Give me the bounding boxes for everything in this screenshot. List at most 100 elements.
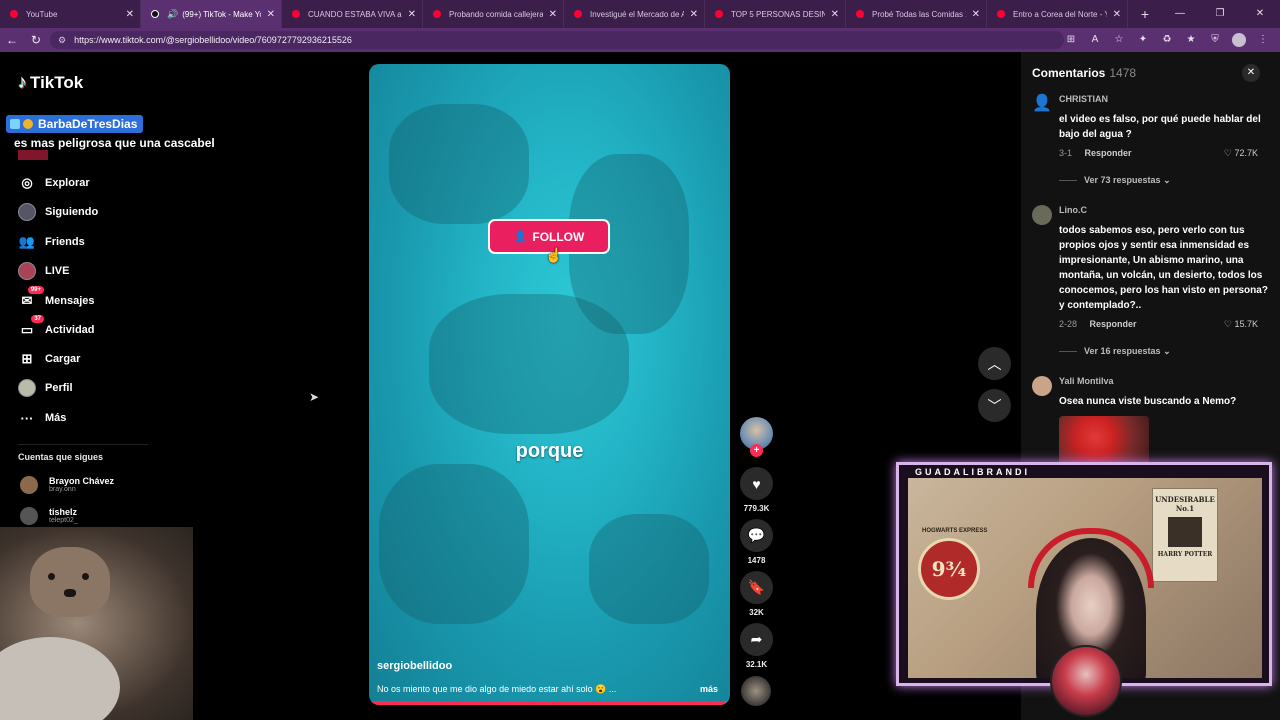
menu-icon[interactable]: ⋮ xyxy=(1256,31,1270,49)
save-count: 32K xyxy=(749,608,764,617)
hogwarts-sign-text: HOGWARTS EXPRESS xyxy=(922,528,988,534)
sidebar-item-friends[interactable]: 👥 Friends xyxy=(18,233,85,251)
next-video-button[interactable]: ﹀ xyxy=(978,389,1011,422)
browser-tab[interactable]: TOP 5 PERSONAS DESINFOR ✕ xyxy=(705,0,846,28)
following-account[interactable]: tishelz telept02_ xyxy=(20,507,78,525)
browser-tab[interactable]: YouTube ✕ xyxy=(0,0,141,28)
close-tab-icon[interactable]: ✕ xyxy=(126,9,134,20)
sidebar-item-siguiendo[interactable]: Siguiendo xyxy=(18,203,98,221)
comment-meta: 3-1 Responder xyxy=(1059,148,1132,158)
following-accounts-title: Cuentas que sigues xyxy=(18,452,104,462)
bookmark-icon[interactable]: 🔖 xyxy=(740,571,773,604)
tab-title: Investigué el Mercado de An xyxy=(590,9,684,19)
profile-icon xyxy=(18,379,36,397)
tab-title: CUANDO ESTABA VIVA a NA xyxy=(308,9,402,19)
address-bar[interactable]: ⚙ https://www.tiktok.com/@sergiobellidoo… xyxy=(50,31,1064,49)
restore-icon[interactable]: ❐ xyxy=(1200,0,1240,28)
comment-icon[interactable]: 💬 xyxy=(740,519,773,552)
poster-title: UNDESIRABLE xyxy=(1155,495,1215,504)
more-link[interactable]: más xyxy=(700,684,718,694)
site-info-icon[interactable]: ⚙ xyxy=(58,35,66,46)
comment-username[interactable]: Lino.C xyxy=(1059,205,1087,215)
account-name: tishelz xyxy=(49,507,78,517)
reply-button[interactable]: Responder xyxy=(1090,319,1137,329)
tab-title: Probando comida callejera e xyxy=(449,9,543,19)
comment-image[interactable] xyxy=(1059,416,1149,468)
share-icon[interactable]: ➦ xyxy=(740,623,773,656)
sidebar-item-explorar[interactable]: ◎ Explorar xyxy=(18,174,89,192)
video-author[interactable]: sergiobellidoo xyxy=(377,660,452,672)
browser-tab-bar: YouTube ✕ 🔊 (99+) TikTok - Make Your ✕ CUAN… xyxy=(0,0,1280,28)
comment-action[interactable]: 💬 1478 xyxy=(740,519,773,565)
save-action[interactable]: 🔖 32K xyxy=(740,571,773,617)
browser-tab[interactable]: CUANDO ESTABA VIVA a NA ✕ xyxy=(282,0,423,28)
profile-avatar[interactable] xyxy=(1232,33,1246,47)
comment-username[interactable]: CHRISTIAN xyxy=(1059,94,1108,104)
close-window-icon[interactable]: ✕ xyxy=(1240,0,1280,28)
youtube-favicon-icon xyxy=(856,10,864,18)
close-tab-icon[interactable]: ✕ xyxy=(690,9,698,20)
music-disc[interactable] xyxy=(741,676,771,706)
avatar[interactable] xyxy=(1032,205,1052,225)
performance-icon[interactable]: ♻ xyxy=(1160,31,1174,49)
close-tab-icon[interactable]: ✕ xyxy=(1113,9,1121,20)
video-progress-bar[interactable] xyxy=(369,701,730,705)
window-controls: — ❐ ✕ xyxy=(1160,0,1280,28)
account-handle: telept02_ xyxy=(49,517,78,524)
browser-tab[interactable]: Entro a Corea del Norte - Yo ✕ xyxy=(987,0,1128,28)
sidebar-item-cargar[interactable]: ⊞ Cargar xyxy=(18,350,81,368)
comments-count: 1478 xyxy=(1109,66,1137,80)
avatar xyxy=(20,476,38,494)
close-tab-icon[interactable]: ✕ xyxy=(267,9,275,20)
browser-tab-active[interactable]: 🔊 (99+) TikTok - Make Your ✕ xyxy=(141,0,282,28)
avatar[interactable] xyxy=(1032,376,1052,396)
shield-icon[interactable]: ⛨ xyxy=(1208,31,1222,49)
sidebar-item-mas[interactable]: ··· Más xyxy=(18,409,67,427)
back-icon[interactable]: ← xyxy=(0,33,24,47)
share-action[interactable]: ➦ 32.1K xyxy=(740,623,773,669)
previous-video-button[interactable]: ︿ xyxy=(978,347,1011,380)
close-tab-icon[interactable]: ✕ xyxy=(831,9,839,20)
comment-likes[interactable]: ♡ 72.7K xyxy=(1224,148,1258,159)
extensions-icon[interactable]: ✦ xyxy=(1136,31,1150,49)
reload-icon[interactable]: ↻ xyxy=(24,33,48,47)
browser-tab[interactable]: Investigué el Mercado de An ✕ xyxy=(564,0,705,28)
browser-tab[interactable]: Probando comida callejera e ✕ xyxy=(423,0,564,28)
close-tab-icon[interactable]: ✕ xyxy=(972,9,980,20)
video-player[interactable]: 👤 FOLLOW ☝ porque sergiobellidoo No os m… xyxy=(369,64,730,705)
following-account[interactable]: Brayon Chávez bray.onn xyxy=(20,476,114,494)
follow-plus-icon[interactable]: + xyxy=(750,444,763,457)
sidebar-item-actividad[interactable]: ▭ 37 Actividad xyxy=(18,315,95,339)
sidebar-item-mensajes[interactable]: ✉ 99+ Mensajes xyxy=(18,286,95,310)
close-comments-button[interactable]: ✕ xyxy=(1242,64,1260,82)
heart-icon[interactable]: ♥ xyxy=(740,467,773,500)
comment-count: 1478 xyxy=(747,556,766,565)
sidebar-item-perfil[interactable]: Perfil xyxy=(18,379,73,397)
close-tab-icon[interactable]: ✕ xyxy=(549,9,557,20)
default-avatar-icon[interactable]: 👤 xyxy=(1032,94,1052,114)
reply-button[interactable]: Responder xyxy=(1085,148,1132,158)
poster-name: HARRY POTTER xyxy=(1157,551,1213,558)
sidebar-item-label: Siguiendo xyxy=(45,206,99,218)
view-replies-button[interactable]: Ver 16 respuestas ⌄ xyxy=(1059,346,1171,357)
comment-username[interactable]: Yali Montilva xyxy=(1059,376,1114,386)
new-tab-button[interactable]: + xyxy=(1134,6,1156,22)
comment-item: Yali Montilva Osea nunca viste buscando … xyxy=(1032,376,1272,416)
tiktok-logo[interactable]: ♪ TikTok xyxy=(18,72,83,93)
install-app-icon[interactable]: ⊞ xyxy=(1064,31,1078,49)
browser-tab[interactable]: Probé Todas las Comidas XI ✕ xyxy=(846,0,987,28)
close-tab-icon[interactable]: ✕ xyxy=(408,9,416,20)
view-replies-button[interactable]: Ver 73 respuestas ⌄ xyxy=(1059,175,1171,186)
minimize-icon[interactable]: — xyxy=(1160,0,1200,28)
comment-likes[interactable]: ♡ 15.7K xyxy=(1224,319,1258,330)
following-avatar-icon xyxy=(18,203,36,221)
translate-icon[interactable]: A xyxy=(1088,31,1102,49)
for-you-nav-partial[interactable] xyxy=(18,150,48,160)
favorites-icon[interactable]: ★ xyxy=(1184,31,1198,49)
bookmark-star-icon[interactable]: ☆ xyxy=(1112,31,1126,49)
like-action[interactable]: ♥ 779.3K xyxy=(740,467,773,513)
sidebar-item-live[interactable]: LIVE xyxy=(18,262,69,280)
speaker-icon[interactable]: 🔊 xyxy=(167,9,178,20)
sidebar-item-label: Cargar xyxy=(45,353,81,365)
sidebar-item-label: Friends xyxy=(45,236,85,248)
